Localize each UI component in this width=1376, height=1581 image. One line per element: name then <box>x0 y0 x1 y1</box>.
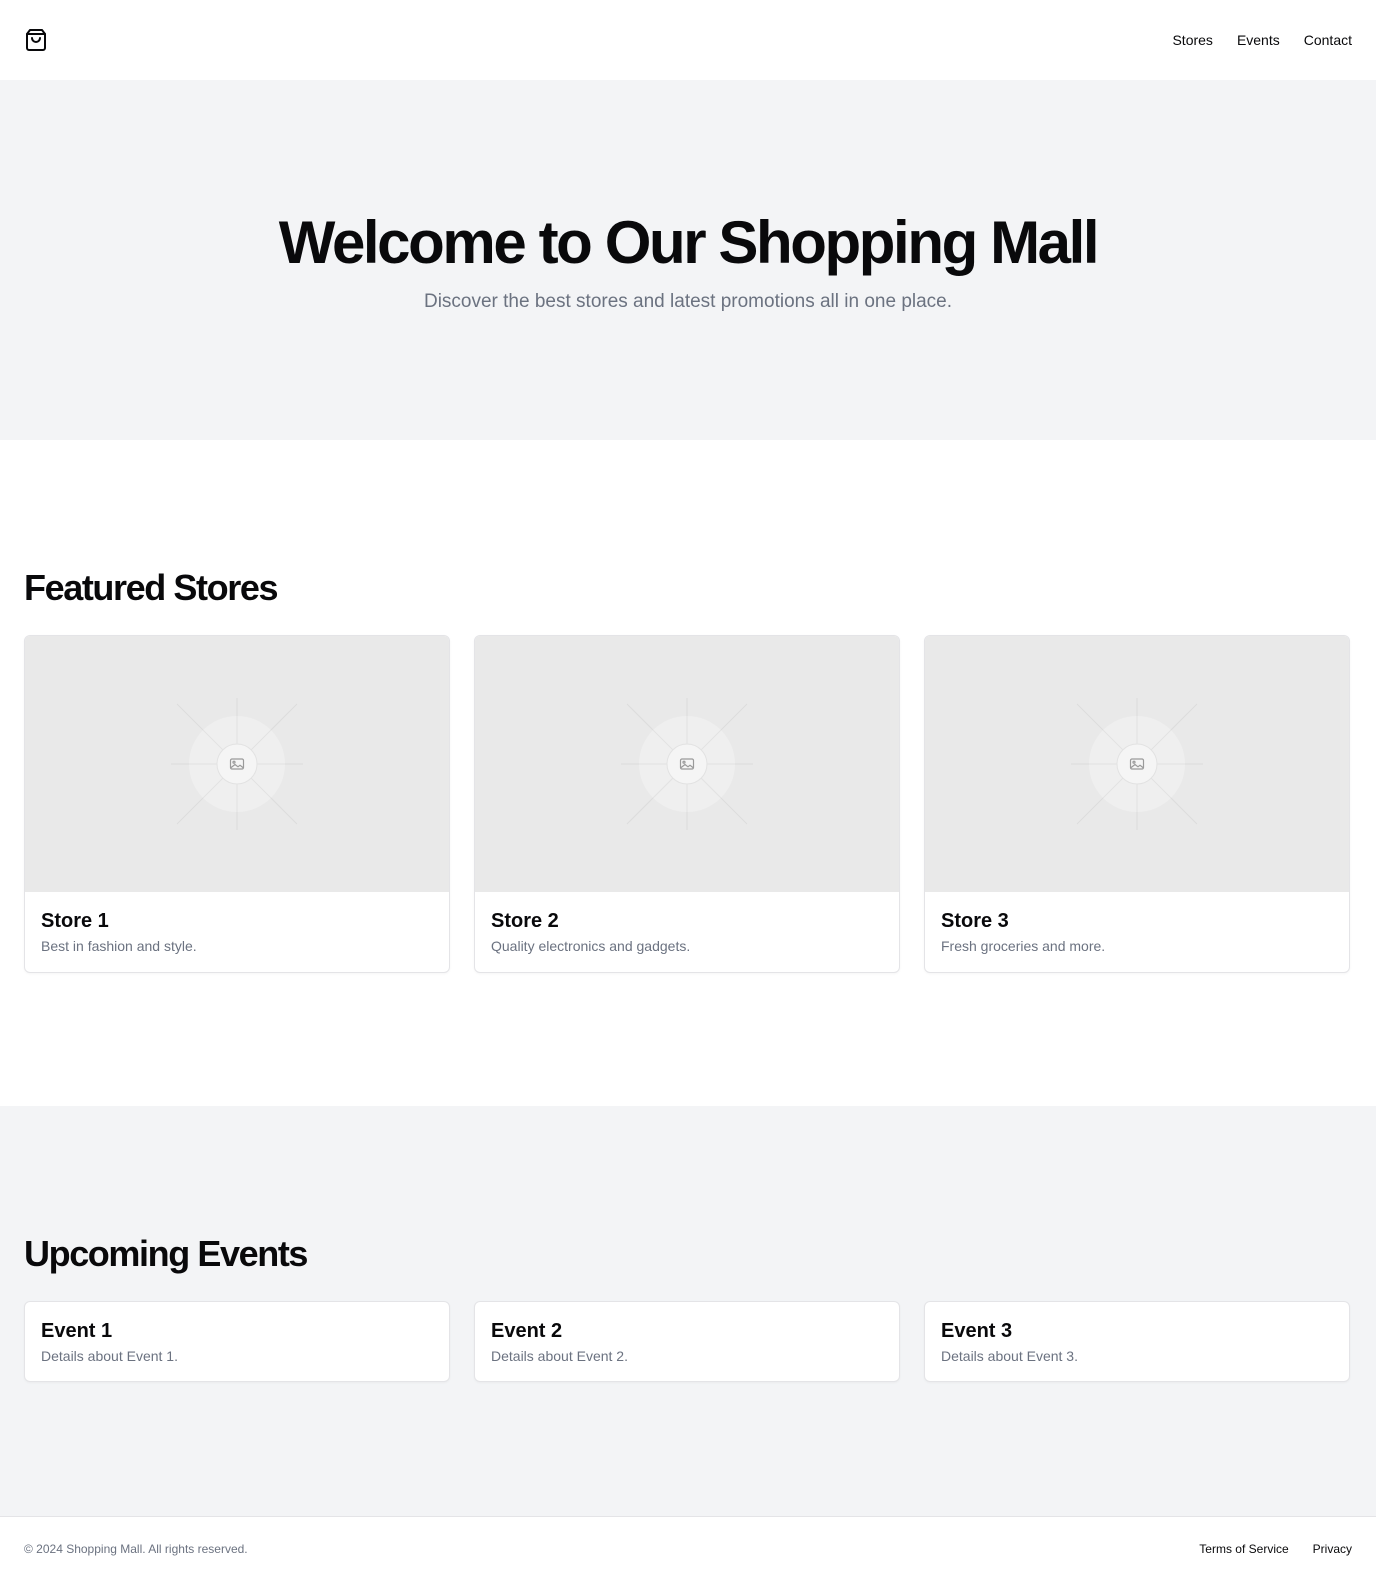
event-card[interactable]: Event 2 Details about Event 2. <box>474 1301 900 1383</box>
upcoming-events-section: Upcoming Events Event 1 Details about Ev… <box>0 1106 1376 1516</box>
hero-section: Welcome to Our Shopping Mall Discover th… <box>0 80 1376 440</box>
footer-link-terms[interactable]: Terms of Service <box>1199 1542 1288 1556</box>
image-placeholder-icon <box>1071 698 1203 831</box>
store-card[interactable]: Store 3 Fresh groceries and more. <box>924 635 1350 974</box>
event-name: Event 1 <box>41 1320 113 1343</box>
store-name: Store 3 <box>941 910 1009 933</box>
store-image <box>25 636 449 893</box>
store-name: Store 1 <box>41 910 109 933</box>
nav-link-contact[interactable]: Contact <box>1304 32 1352 48</box>
event-card[interactable]: Event 3 Details about Event 3. <box>924 1301 1350 1383</box>
footer-nav: Terms of Service Privacy <box>1199 1542 1352 1556</box>
event-name: Event 3 <box>941 1320 1013 1343</box>
store-card[interactable]: Store 1 Best in fashion and style. <box>24 635 450 974</box>
featured-stores-title: Featured Stores <box>24 567 278 608</box>
image-placeholder-icon <box>621 698 753 831</box>
event-grid: Event 1 Details about Event 1. Event 2 D… <box>24 1301 1352 1383</box>
hero-subtitle: Discover the best stores and latest prom… <box>423 290 953 312</box>
footer-link-privacy[interactable]: Privacy <box>1313 1542 1352 1556</box>
store-name: Store 2 <box>491 910 559 933</box>
store-description: Fresh groceries and more. <box>941 938 1106 955</box>
event-card[interactable]: Event 1 Details about Event 1. <box>24 1301 450 1383</box>
main-nav: Stores Events Contact <box>1172 32 1352 48</box>
store-image <box>925 636 1349 893</box>
nav-link-stores[interactable]: Stores <box>1172 32 1212 48</box>
store-description: Quality electronics and gadgets. <box>491 938 691 955</box>
image-placeholder-icon <box>171 698 303 831</box>
event-details: Details about Event 2. <box>491 1348 628 1365</box>
copyright-text: © 2024 Shopping Mall. All rights reserve… <box>24 1542 248 1556</box>
shopping-bag-icon[interactable] <box>24 28 48 52</box>
site-footer: © 2024 Shopping Mall. All rights reserve… <box>0 1516 1376 1581</box>
event-details: Details about Event 3. <box>941 1348 1078 1365</box>
upcoming-events-title: Upcoming Events <box>24 1233 308 1274</box>
nav-link-events[interactable]: Events <box>1237 32 1280 48</box>
featured-stores-section: Featured Stores Store 1 Best in fashion … <box>0 440 1376 1106</box>
store-description: Best in fashion and style. <box>41 938 197 955</box>
event-details: Details about Event 1. <box>41 1348 178 1365</box>
store-grid: Store 1 Best in fashion and style. Store… <box>24 635 1352 974</box>
event-name: Event 2 <box>491 1320 563 1343</box>
store-image <box>475 636 899 893</box>
site-header: Stores Events Contact <box>0 0 1376 80</box>
hero-title: Welcome to Our Shopping Mall <box>278 208 1100 276</box>
store-card[interactable]: Store 2 Quality electronics and gadgets. <box>474 635 900 974</box>
